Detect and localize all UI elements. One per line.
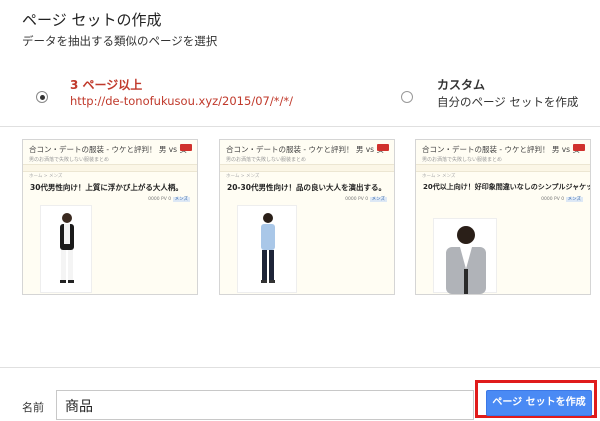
site-logo-icon [573, 144, 585, 151]
preview-breadcrumb: ホーム > メンズ [422, 174, 456, 179]
create-page-set-button[interactable]: ページ セットを作成 [486, 390, 592, 416]
preview-breadcrumb: ホーム > メンズ [226, 174, 260, 179]
preview-category-tag: メンズ [172, 197, 190, 202]
option-similar-pages-radio[interactable] [36, 91, 48, 103]
preview-meta: 0000 PV 0 メンズ [345, 196, 387, 202]
preview-breadcrumb: ホーム > メンズ [29, 174, 63, 179]
preview-tagline: 男のお洒落で失敗しない服装まとめ [422, 157, 503, 163]
site-logo-icon [377, 144, 389, 151]
preview-comments: 0 [168, 197, 172, 202]
name-input[interactable]: 商品 [56, 390, 474, 420]
preview-photo [433, 218, 497, 294]
preview-tagline: 男のお洒落で失敗しない服装まとめ [226, 157, 307, 163]
option-custom-description: 自分のページ セットを作成 [437, 95, 579, 109]
preview-views: 0000 PV [345, 197, 364, 202]
site-logo-icon [180, 144, 192, 151]
preview-nav-bar [23, 164, 197, 172]
preview-category-tag: メンズ [565, 197, 583, 202]
option-similar-pages-url: http://de-tonofukusou.xyz/2015/07/*/*/ [70, 94, 293, 108]
preview-headline: 20代以上向け！好印象間違いなしのシンプルジャケット。 [423, 183, 591, 191]
dialog-subtitle: データを抽出する類似のページを選択 [22, 34, 218, 48]
preview-headline: 30代男性向け！上質に浮かび上がる大人柄。 [30, 183, 183, 192]
page-previews: 合コン・デートの服装 - ウケと評判！ 男 vs 女 男のお洒落で失敗しない服装… [0, 127, 600, 368]
preview-site-title: 合コン・デートの服装 - ウケと評判！ 男 vs 女 [422, 145, 580, 154]
preview-site-title: 合コン・デートの服装 - ウケと評判！ 男 vs 女 [29, 145, 187, 154]
preview-site-title: 合コン・デートの服装 - ウケと評判！ 男 vs 女 [226, 145, 384, 154]
option-custom-radio[interactable] [401, 91, 413, 103]
person-figure-icon [261, 213, 275, 283]
preview-meta: 0000 PV 0 メンズ [148, 196, 190, 202]
dialog-header: ページ セットの作成 データを抽出する類似のページを選択 [0, 0, 600, 64]
preview-headline: 20-30代男性向け！品の良い大人を演出する。 [227, 183, 386, 192]
page-preview-card[interactable]: 合コン・デートの服装 - ウケと評判！ 男 vs 女 男のお洒落で失敗しない服装… [22, 139, 198, 295]
preview-comments: 0 [365, 197, 369, 202]
preview-photo [237, 205, 297, 293]
page-set-options: 3 ページ以上 http://de-tonofukusou.xyz/2015/0… [0, 64, 600, 127]
preview-tagline: 男のお洒落で失敗しない服装まとめ [29, 157, 110, 163]
name-label: 名前 [22, 401, 44, 414]
option-custom-title[interactable]: カスタム [437, 76, 485, 93]
preview-nav-bar [416, 164, 590, 172]
preview-meta: 0000 PV 0 メンズ [541, 196, 583, 202]
preview-nav-bar [220, 164, 394, 172]
page-preview-card[interactable]: 合コン・デートの服装 - ウケと評判！ 男 vs 女 男のお洒落で失敗しない服装… [415, 139, 591, 295]
preview-views: 0000 PV [541, 197, 560, 202]
preview-category-tag: メンズ [369, 197, 387, 202]
option-similar-pages-title[interactable]: 3 ページ以上 [70, 76, 142, 93]
person-figure-icon [60, 213, 74, 283]
dialog-footer: 名前 商品 ページ セットを作成 [0, 368, 600, 421]
person-figure-icon [446, 226, 486, 294]
dialog-title: ページ セットの作成 [22, 11, 162, 29]
preview-comments: 0 [561, 197, 565, 202]
preview-photo [40, 205, 92, 293]
preview-views: 0000 PV [148, 197, 167, 202]
page-preview-card[interactable]: 合コン・デートの服装 - ウケと評判！ 男 vs 女 男のお洒落で失敗しない服装… [219, 139, 395, 295]
